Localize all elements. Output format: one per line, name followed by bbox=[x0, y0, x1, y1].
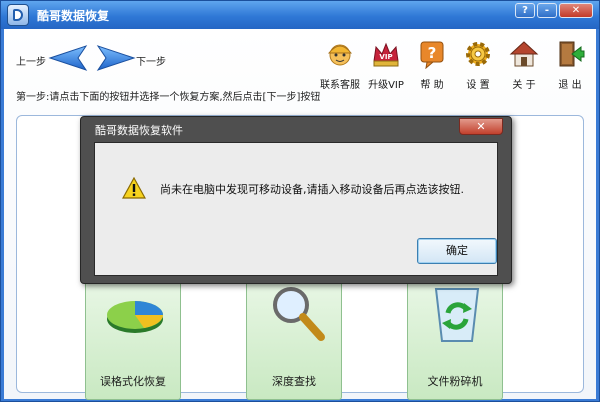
back-arrow-icon[interactable] bbox=[48, 43, 88, 73]
toolbar-settings[interactable]: 设 置 bbox=[455, 39, 501, 91]
forward-arrow-icon[interactable] bbox=[96, 43, 136, 73]
svg-text:?: ? bbox=[428, 44, 437, 62]
option-file-shredder[interactable]: 文件粉碎机 bbox=[407, 276, 503, 400]
option-format-recovery[interactable]: 误格式化恢复 bbox=[85, 276, 181, 400]
window-controls: ? - ✕ bbox=[515, 3, 593, 18]
next-step-label[interactable]: 下一步 bbox=[136, 53, 166, 68]
toolbar-help[interactable]: ? 帮 助 bbox=[409, 39, 455, 91]
help-icon: ? bbox=[420, 41, 444, 70]
recycle-bin-icon bbox=[434, 288, 480, 342]
window-title: 酷哥数据恢复 bbox=[37, 9, 110, 23]
toolbar-label: 联系客服 bbox=[320, 80, 360, 91]
app-logo-icon bbox=[7, 4, 29, 26]
alert-dialog: 酷哥数据恢复软件 ✕ 尚未在电脑中发现可移动设备,请插入移动设备后再点选该按钮.… bbox=[80, 116, 512, 284]
warning-icon bbox=[122, 177, 146, 199]
option-deep-search[interactable]: 深度查找 bbox=[246, 276, 342, 400]
toolbar-upgrade-vip[interactable]: VIP 升级VIP bbox=[363, 39, 409, 91]
toolbar-label: 关 于 bbox=[512, 80, 536, 91]
vip-crown-icon: VIP bbox=[373, 42, 399, 67]
dialog-title: 酷哥数据恢复软件 bbox=[95, 124, 183, 137]
close-button[interactable]: ✕ bbox=[559, 3, 593, 18]
toolbar-label: 帮 助 bbox=[420, 80, 444, 91]
toolbar-label: 设 置 bbox=[466, 80, 490, 91]
step-instruction: 第一步:请点击下面的按钮并选择一个恢复方案,然后点击[下一步]按钮 bbox=[16, 92, 321, 103]
option-label: 误格式化恢复 bbox=[100, 375, 166, 388]
toolbar-label: 升级VIP bbox=[368, 80, 404, 91]
toolbar: 联系客服 VIP 升级VIP ? 帮 助 设 置 关 于 退 出 bbox=[317, 39, 593, 91]
option-label: 文件粉碎机 bbox=[427, 375, 483, 388]
toolbar-label: 退 出 bbox=[558, 80, 582, 91]
toolbar-customer-service[interactable]: 联系客服 bbox=[317, 39, 363, 91]
option-label: 深度查找 bbox=[272, 375, 316, 388]
svg-text:VIP: VIP bbox=[379, 53, 392, 61]
customer-service-icon bbox=[327, 44, 353, 66]
title-bar[interactable]: 酷哥数据恢复 ? - ✕ bbox=[1, 1, 599, 29]
dialog-body: 尚未在电脑中发现可移动设备,请插入移动设备后再点选该按钮. 确定 bbox=[94, 142, 498, 276]
exit-icon bbox=[559, 41, 585, 67]
minimize-button[interactable]: - bbox=[537, 3, 557, 18]
dialog-close-button[interactable]: ✕ bbox=[459, 118, 503, 135]
toolbar-about[interactable]: 关 于 bbox=[501, 39, 547, 91]
help-button[interactable]: ? bbox=[515, 3, 535, 18]
ok-button[interactable]: 确定 bbox=[417, 238, 497, 264]
gear-icon bbox=[466, 42, 490, 66]
dialog-message: 尚未在电脑中发现可移动设备,请插入移动设备后再点选该按钮. bbox=[160, 183, 464, 196]
pie-chart-icon bbox=[107, 301, 163, 333]
prev-step-label[interactable]: 上一步 bbox=[16, 53, 46, 68]
magnifier-icon bbox=[273, 287, 325, 341]
toolbar-exit[interactable]: 退 出 bbox=[547, 39, 593, 91]
home-icon bbox=[509, 41, 539, 67]
